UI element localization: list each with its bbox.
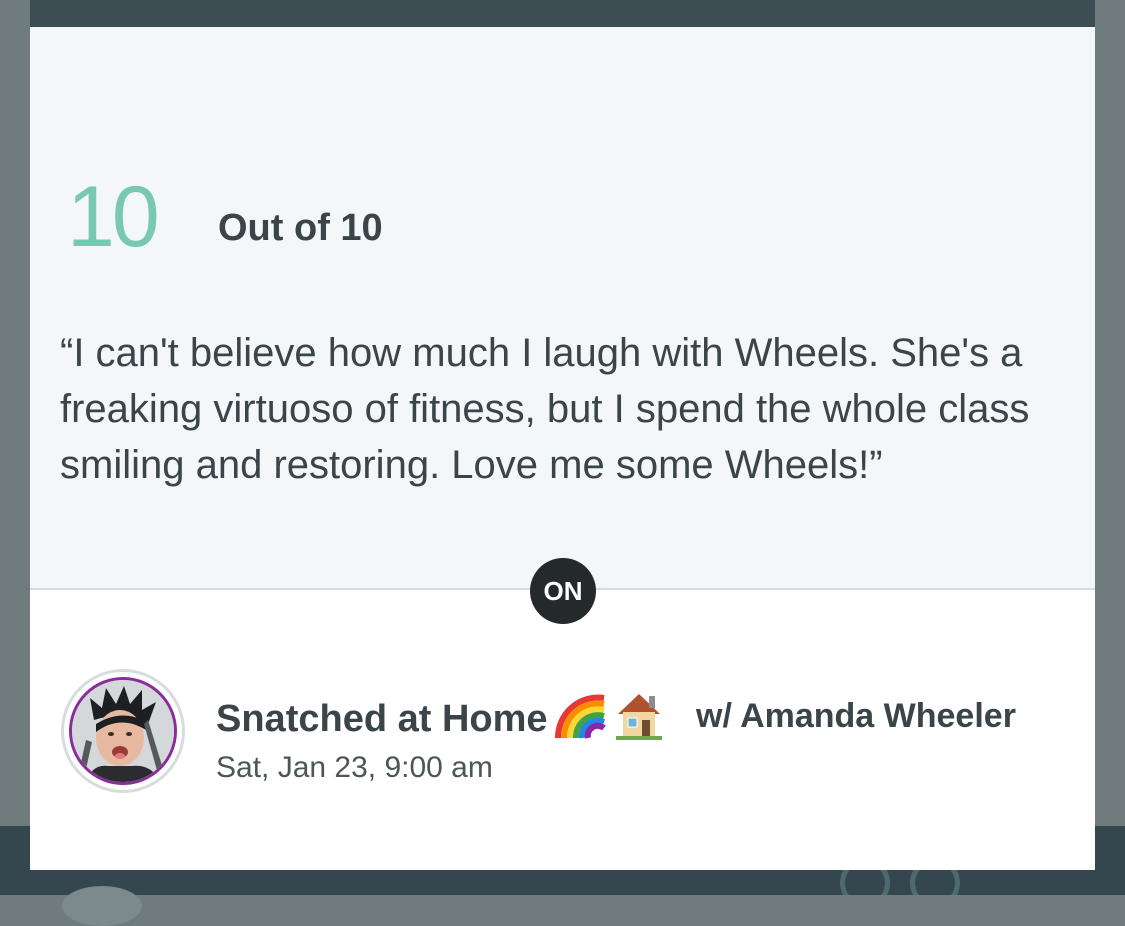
review-quote: “I can't believe how much I laugh with W… [60, 331, 1030, 487]
class-datetime: Sat, Jan 23, 9:00 am [216, 751, 493, 784]
review-card: 10 Out of 10 “I can't believe how much I… [30, 0, 1095, 870]
background-avatar [62, 886, 142, 926]
on-badge: ON [530, 558, 596, 624]
instructor-avatar[interactable] [61, 669, 185, 793]
rainbow-icon [554, 690, 608, 752]
review-panel: 10 Out of 10 “I can't believe how much I… [30, 27, 1095, 589]
score-label: Out of 10 [218, 207, 383, 249]
class-title[interactable]: Snatched at Home [216, 690, 664, 752]
review-score: 10 [67, 169, 160, 265]
avatar-photo [69, 677, 177, 785]
instructor-name[interactable]: w/ Amanda Wheeler [696, 694, 1016, 738]
card-top-bar [30, 0, 1095, 27]
house-icon [614, 690, 664, 752]
class-title-text: Snatched at Home [216, 698, 548, 741]
